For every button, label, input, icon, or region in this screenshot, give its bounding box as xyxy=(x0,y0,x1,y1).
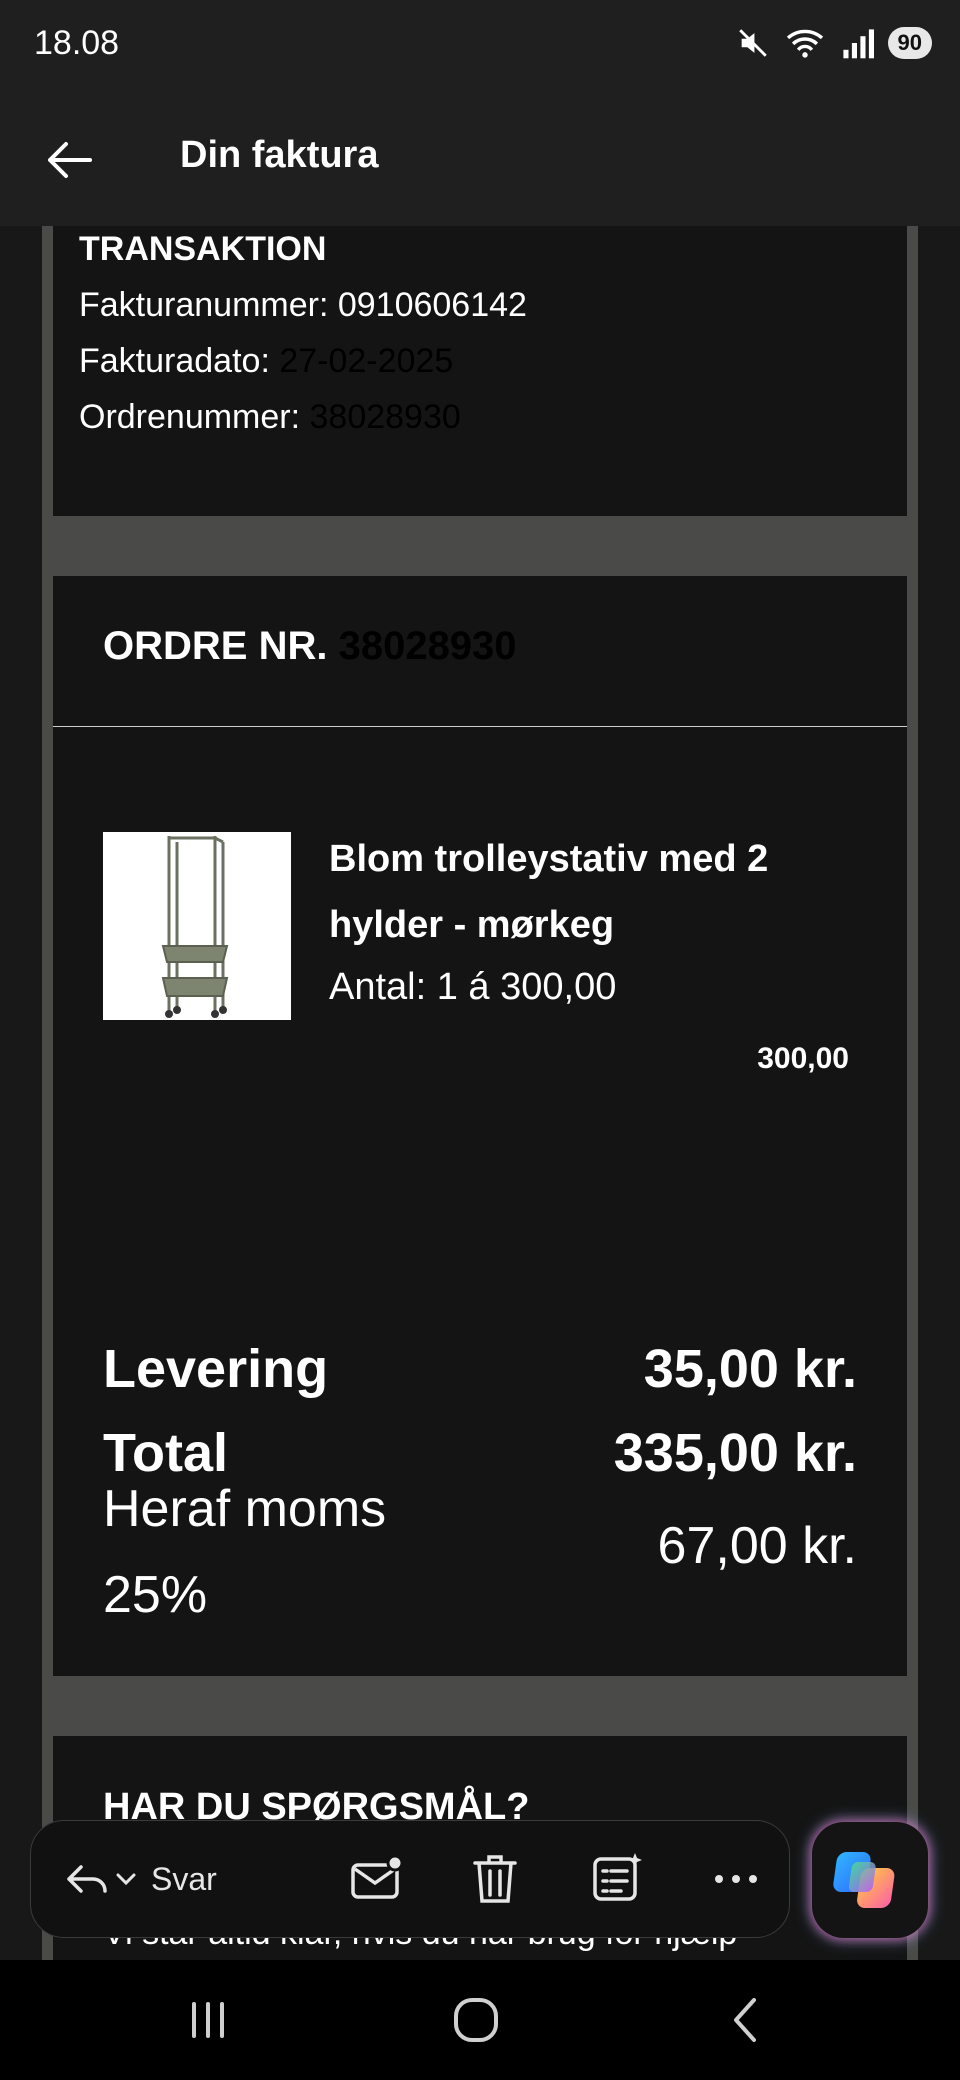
mute-icon xyxy=(738,29,767,57)
divider xyxy=(53,726,907,727)
reply-label: Svar xyxy=(151,1860,217,1897)
more-dots-icon xyxy=(715,1875,757,1883)
email-content[interactable]: TRANSAKTION Fakturanummer: 0910606142 Fa… xyxy=(0,226,960,1960)
chevron-left-icon xyxy=(734,1998,756,2042)
more-button[interactable] xyxy=(711,1849,761,1909)
page-title: Din faktura xyxy=(180,134,379,176)
delivery-label: Levering xyxy=(103,1339,329,1399)
mark-unread-button[interactable] xyxy=(349,1849,405,1909)
transaction-card: TRANSAKTION Fakturanummer: 0910606142 Fa… xyxy=(53,226,907,516)
order-card: ORDRE NR. 38028930 Blom trolleystativ me… xyxy=(53,576,907,1676)
trash-icon xyxy=(473,1855,517,1903)
envelope-dot-icon xyxy=(351,1854,404,1899)
delivery-row: Levering 35,00 kr. xyxy=(103,1338,857,1400)
order-number: Ordrenummer: 38028930 xyxy=(79,398,461,437)
signal-icon xyxy=(842,29,874,59)
invoice-date-value: 27-02-2025 xyxy=(279,342,454,380)
system-nav-bar xyxy=(0,1960,960,2080)
summarize-button[interactable] xyxy=(589,1849,645,1909)
status-bar: 18.08 90 xyxy=(0,0,960,92)
email-frame: TRANSAKTION Fakturanummer: 0910606142 Fa… xyxy=(42,226,918,1960)
product-price: 300,00 xyxy=(757,1042,849,1075)
status-icons: 90 xyxy=(736,26,932,60)
list-sparkle-icon xyxy=(593,1853,642,1901)
chevron-down-icon[interactable] xyxy=(111,1864,141,1894)
back-button[interactable] xyxy=(40,130,100,190)
invoice-number: Fakturanummer: 0910606142 xyxy=(79,286,527,324)
email-action-toolbar: Svar xyxy=(30,1820,790,1938)
app-bar: Din faktura xyxy=(0,92,960,226)
arrow-left-icon xyxy=(48,142,92,178)
copilot-icon xyxy=(833,1852,895,1908)
home-button[interactable] xyxy=(446,1990,506,2050)
recent-apps-button[interactable] xyxy=(178,1990,238,2050)
product-quantity: Antal: 1 á 300,00 xyxy=(329,966,617,1008)
home-icon xyxy=(454,1998,498,2042)
delivery-value: 35,00 kr. xyxy=(643,1339,857,1399)
trolley-rack-image xyxy=(161,836,229,1018)
product-name[interactable]: Blom trolleystativ med 2 hylder - mørkeg xyxy=(329,826,869,958)
invoice-date: Fakturadato: 27-02-2025 xyxy=(79,342,453,381)
vat-value: 67,00 kr. xyxy=(657,1517,857,1575)
wifi-icon xyxy=(786,29,823,58)
invoice-date-label: Fakturadato: xyxy=(79,342,270,380)
order-heading: ORDRE NR. 38028930 xyxy=(103,624,517,669)
transaction-title: TRANSAKTION xyxy=(79,230,327,268)
copilot-button[interactable] xyxy=(812,1822,928,1938)
battery-level: 90 xyxy=(887,27,932,59)
order-number-label: Ordrenummer: xyxy=(79,398,301,436)
reply-button[interactable]: Svar xyxy=(63,1849,217,1909)
status-time: 18.08 xyxy=(34,24,120,62)
total-value: 335,00 kr. xyxy=(613,1423,857,1483)
system-back-button[interactable] xyxy=(716,1990,776,2050)
order-heading-value: 38028930 xyxy=(338,624,517,668)
vat-label: Heraf moms 25% xyxy=(103,1480,387,1624)
product-image[interactable] xyxy=(103,832,291,1020)
recent-apps-icon xyxy=(192,2002,224,2038)
delete-button[interactable] xyxy=(469,1849,521,1909)
order-heading-label: ORDRE NR. xyxy=(103,624,328,668)
reply-icon xyxy=(67,1865,107,1893)
order-number-value: 38028930 xyxy=(309,398,461,436)
